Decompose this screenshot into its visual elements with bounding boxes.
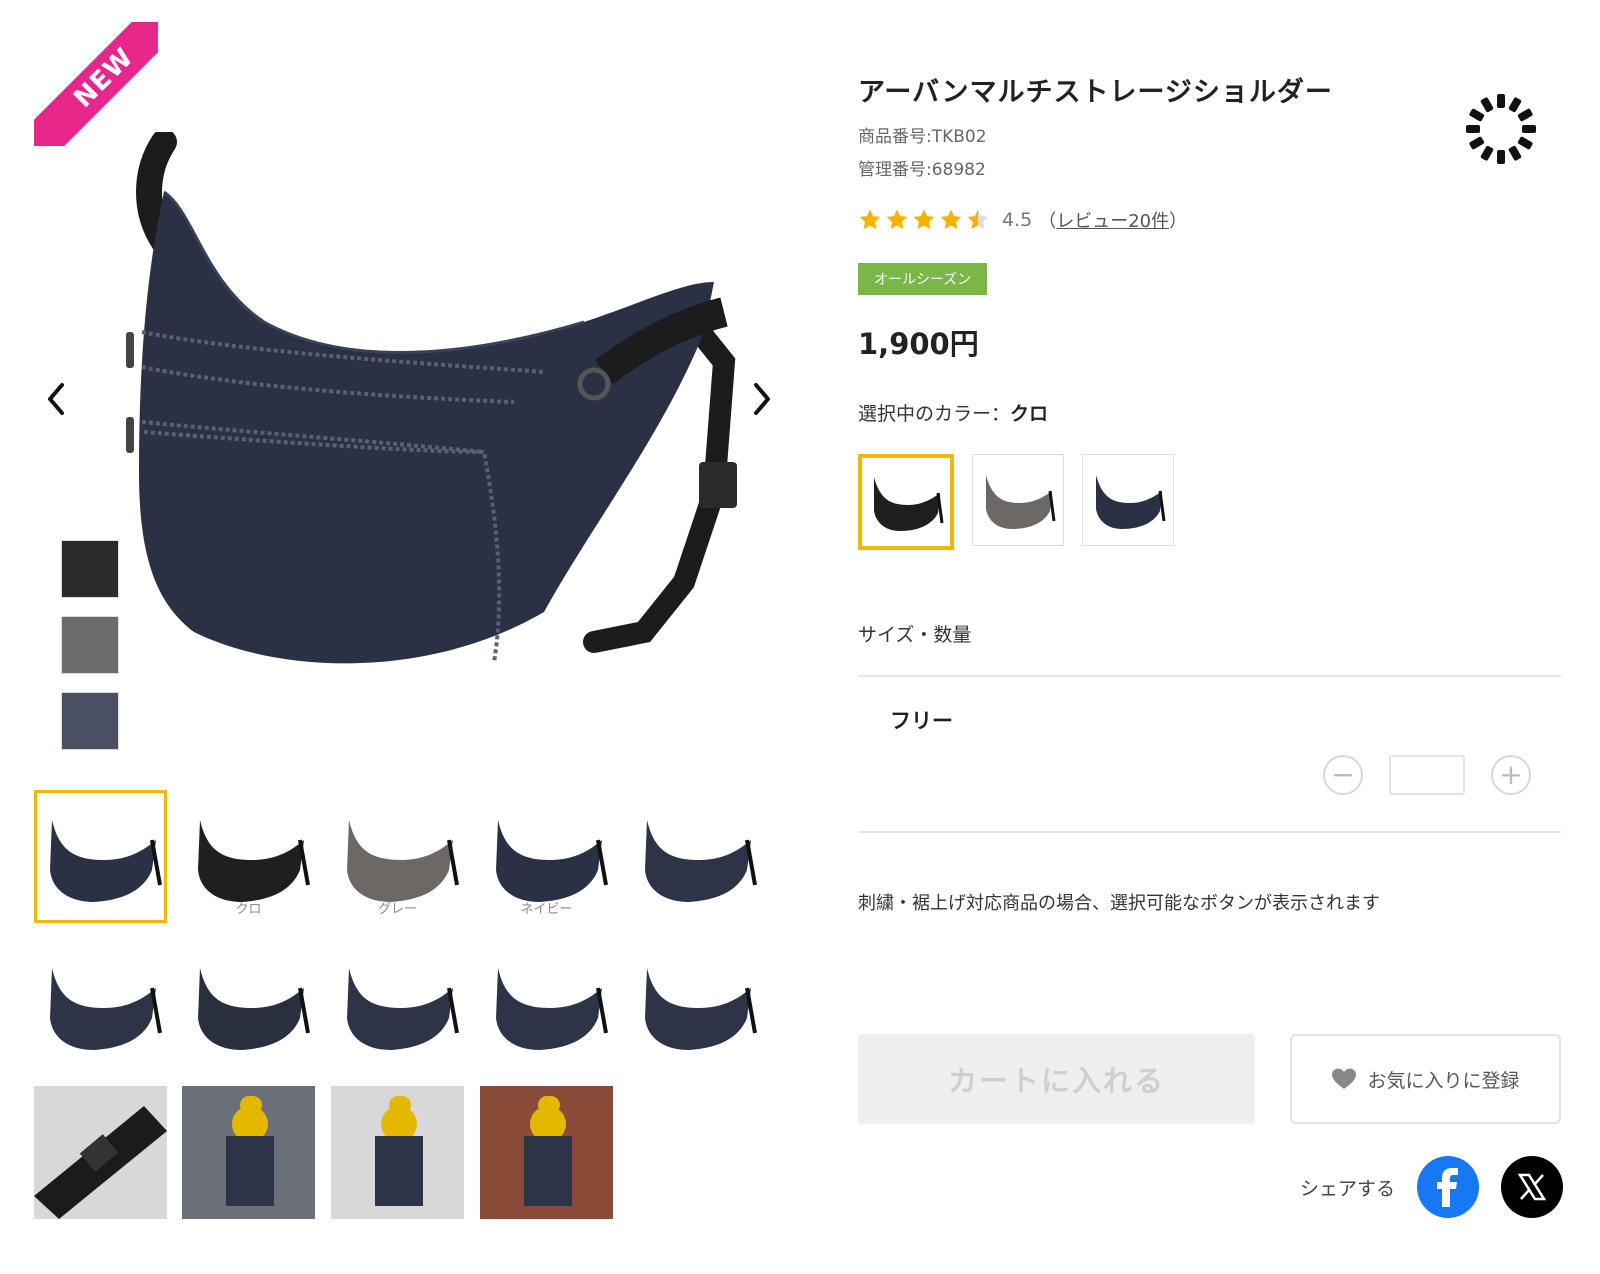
thumbnail-12[interactable]: [182, 1086, 315, 1219]
season-badge: オールシーズン: [858, 263, 988, 295]
review-open-paren: （: [1038, 211, 1057, 232]
product-meta: 商品番号:TKB02 管理番号:68982: [858, 121, 1563, 187]
new-ribbon: NEW: [34, 22, 158, 146]
review-link-text[interactable]: レビュー20件: [1056, 211, 1169, 232]
x-twitter-icon[interactable]: [1501, 1156, 1563, 1218]
selected-color-label: 選択中のカラー：クロ: [858, 399, 1563, 426]
qty-input[interactable]: [1389, 755, 1465, 795]
share-label: シェアする: [1299, 1177, 1395, 1200]
swatch-navy: [61, 692, 119, 750]
half-star-icon: [967, 209, 989, 229]
main-product-image: NEW: [34, 22, 786, 782]
facebook-icon[interactable]: [1417, 1156, 1479, 1218]
new-badge-label: NEW: [34, 22, 158, 146]
thumbnail-4[interactable]: ネイビー: [480, 790, 613, 923]
swatch-black: [61, 540, 119, 598]
thumbnail-1[interactable]: [34, 790, 167, 923]
size-row: フリー − +: [858, 675, 1561, 833]
product-info: アーバンマルチストレージショルダー 商品番号:TKB02 管理番号:68982: [858, 70, 1563, 1218]
color-swatch-stack: [61, 540, 121, 768]
thumbnail-7[interactable]: [182, 938, 315, 1071]
review-close-paren: ）: [1169, 211, 1188, 232]
thumbnail-10[interactable]: [629, 938, 762, 1071]
option-notice: 刺繍・裾上げ対応商品の場合、選択可能なボタンが表示されます: [858, 893, 1380, 914]
color-option-3[interactable]: [1082, 454, 1174, 546]
color-selected-name: クロ: [1010, 403, 1049, 425]
thumbnail-13[interactable]: [331, 1086, 464, 1219]
size-qty-label: サイズ・数量: [858, 624, 972, 646]
favorite-label: お気に入りに登録: [1367, 1069, 1520, 1092]
thumbnail-caption: グレー: [377, 902, 417, 917]
thumbnail-caption: クロ: [235, 902, 262, 917]
star-icon: [886, 209, 908, 229]
management-number: 管理番号:68982: [858, 160, 986, 180]
star-rating: [858, 208, 990, 232]
add-to-cart-button[interactable]: カートに入れる: [858, 1034, 1255, 1124]
thumbnail-9[interactable]: [480, 938, 613, 1071]
star-icon: [859, 209, 881, 229]
thumbnail-6[interactable]: [34, 938, 167, 1071]
product-number: 商品番号:TKB02: [858, 127, 987, 147]
next-arrow-icon[interactable]: [740, 377, 784, 421]
qty-minus-button[interactable]: −: [1323, 755, 1363, 795]
thumbnail-caption: ネイビー: [520, 902, 573, 917]
rating-row: 4.5 （レビュー20件）: [858, 205, 1563, 235]
color-label-prefix: 選択中のカラー：: [858, 403, 1011, 425]
thumbnail-11[interactable]: [34, 1086, 167, 1219]
star-icon: [913, 209, 935, 229]
prev-arrow-icon[interactable]: [34, 377, 78, 421]
swatch-gray: [61, 616, 119, 674]
thumbnail-14[interactable]: [480, 1086, 613, 1219]
qty-plus-button[interactable]: +: [1491, 755, 1531, 795]
share-row: シェアする: [1300, 1156, 1563, 1218]
rating-value: 4.5: [1002, 209, 1033, 231]
price: 1,900円: [858, 327, 979, 361]
bag-image: [126, 132, 737, 664]
color-option-1[interactable]: [858, 454, 954, 550]
star-icon: [940, 209, 962, 229]
color-option-2[interactable]: [972, 454, 1064, 546]
thumbnail-5[interactable]: [629, 790, 762, 923]
favorite-button[interactable]: お気に入りに登録: [1290, 1034, 1561, 1124]
color-options: [858, 454, 1563, 550]
quantity-stepper: − +: [1323, 755, 1531, 795]
thumbnail-8[interactable]: [331, 938, 464, 1071]
heart-icon: [1332, 1068, 1357, 1089]
review-link[interactable]: （レビュー20件）: [1038, 207, 1187, 233]
loading-spinner-icon: [1466, 94, 1536, 164]
size-name: フリー: [890, 709, 953, 733]
product-gallery: NEW クロ グレー ネイビー: [34, 22, 786, 1262]
action-buttons: カートに入れる お気に入りに登録: [858, 1034, 1561, 1126]
thumbnail-2[interactable]: クロ: [182, 790, 315, 923]
product-title: アーバンマルチストレージショルダー: [858, 77, 1333, 108]
thumbnail-3[interactable]: グレー: [331, 790, 464, 923]
